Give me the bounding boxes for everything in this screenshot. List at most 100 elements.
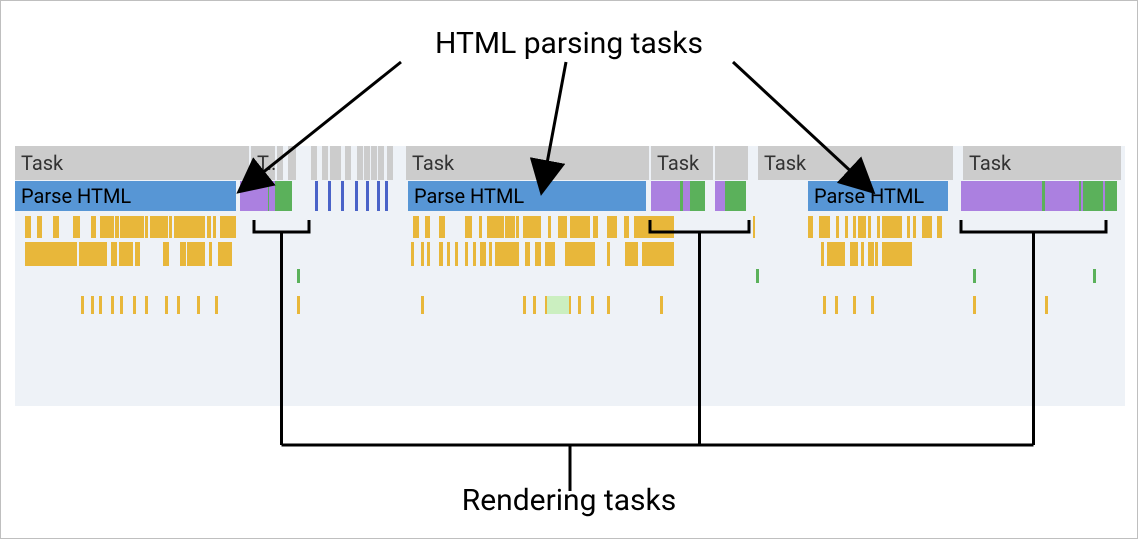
flame-bar: [565, 242, 595, 266]
flame-bar: [187, 242, 205, 266]
flame-bar: [858, 216, 866, 238]
flame-bar: [489, 242, 492, 266]
flame-bar: [120, 216, 144, 238]
top-label: HTML parsing tasks: [435, 26, 703, 61]
task-block: Task: [963, 146, 1121, 180]
flame-bar: [625, 242, 638, 266]
flame-bar: [169, 216, 172, 238]
timeline-panel: TaskT…TaskTaskTaskTask Parse HTML Parse H…: [15, 146, 1125, 406]
flame-bar: [91, 216, 96, 238]
flame-bar: [163, 242, 169, 266]
flame-bar: [115, 216, 119, 238]
render-segment: [728, 181, 746, 211]
flame-bar: [821, 242, 824, 266]
flame-bar: [861, 242, 864, 266]
flame-bar: [1093, 269, 1096, 283]
flame-bar: [439, 242, 443, 266]
flame-bar: [79, 242, 107, 266]
flame-bar: [413, 216, 419, 238]
flame-bar: [548, 216, 551, 238]
task-block: [364, 146, 370, 180]
flame-bar: [297, 269, 300, 283]
flame-bar: [545, 242, 555, 266]
thin-segment: [355, 181, 358, 211]
flame-bar: [447, 242, 450, 266]
flame-bar: [100, 216, 114, 238]
flame-bar: [150, 216, 168, 238]
flame-bar: [523, 216, 541, 238]
render-segment: [651, 181, 658, 211]
flame-bar: [77, 216, 80, 238]
parse-html-block: Parse HTML: [15, 181, 236, 211]
flame-bar: [808, 216, 813, 238]
flame-bar: [593, 216, 598, 238]
flame-bar: [465, 242, 468, 266]
flame-bar: [634, 216, 674, 238]
thin-segment: [328, 181, 331, 211]
flame-bar: [642, 242, 674, 266]
flame-bar: [607, 242, 610, 266]
task-block: [378, 146, 384, 180]
thin-segment: [385, 181, 388, 211]
render-segment: [1083, 181, 1103, 211]
task-block: Task: [651, 146, 713, 180]
render-segment: [715, 181, 725, 211]
flame-bar: [25, 216, 31, 238]
flame-bar: [469, 216, 472, 238]
flame-bar: [827, 242, 845, 266]
flame-bar: [480, 242, 486, 266]
flame-row: [15, 296, 1125, 314]
task-block: [715, 146, 748, 180]
flame-bar: [853, 216, 856, 238]
task-block: [277, 146, 283, 180]
flame-bar: [624, 216, 629, 238]
flame-bar: [525, 242, 530, 266]
flame-bar: [487, 216, 504, 238]
flame-row: [15, 216, 1125, 238]
parse-html-block: Parse HTML: [408, 181, 646, 211]
flame-bar: [753, 216, 755, 238]
task-block: [357, 146, 363, 180]
flame-row: [15, 269, 1125, 283]
flame-bar: [455, 242, 458, 266]
parse-html-block: Parse HTML: [808, 181, 948, 211]
flame-bar: [427, 242, 430, 266]
flame-bar: [570, 216, 590, 238]
flame-bar: [135, 242, 140, 266]
flame-bar: [819, 216, 830, 238]
task-block: Task: [406, 146, 649, 180]
diagram-frame: HTML parsing tasks TaskT…TaskTaskTaskTas…: [0, 0, 1138, 539]
flame-bar: [516, 216, 519, 238]
thin-segment: [366, 181, 369, 211]
flame-bar: [209, 242, 212, 266]
flame-bar: [479, 216, 482, 238]
task-row: TaskT…TaskTaskTaskTask: [15, 146, 1125, 180]
flame-bar: [119, 242, 133, 266]
render-segment: [278, 181, 292, 211]
thin-segment: [315, 181, 318, 211]
task-block: [288, 146, 296, 180]
task-block: [335, 146, 341, 180]
flame-bar: [877, 216, 880, 238]
flame-bar: [411, 242, 414, 266]
flame-bar: [607, 216, 617, 238]
flame-bar: [868, 242, 874, 266]
flame-bar: [505, 216, 515, 238]
flame-bar: [25, 242, 77, 266]
flame-bar: [174, 216, 205, 238]
flame-bar: [218, 242, 232, 266]
flame-bar: [850, 242, 858, 266]
flame-bar: [547, 296, 569, 314]
flame-bar: [922, 216, 932, 238]
flame-bar: [907, 216, 910, 238]
render-segment: [1045, 181, 1079, 211]
render-segment: [1105, 181, 1117, 211]
flame-bar: [207, 216, 211, 238]
flame-bar: [558, 216, 567, 238]
flame-bar: [145, 216, 148, 238]
flame-bar: [37, 216, 42, 238]
flame-bar: [868, 216, 871, 238]
render-segment: [658, 181, 680, 211]
flame-bar: [913, 216, 916, 238]
flame-row: [15, 242, 1125, 266]
